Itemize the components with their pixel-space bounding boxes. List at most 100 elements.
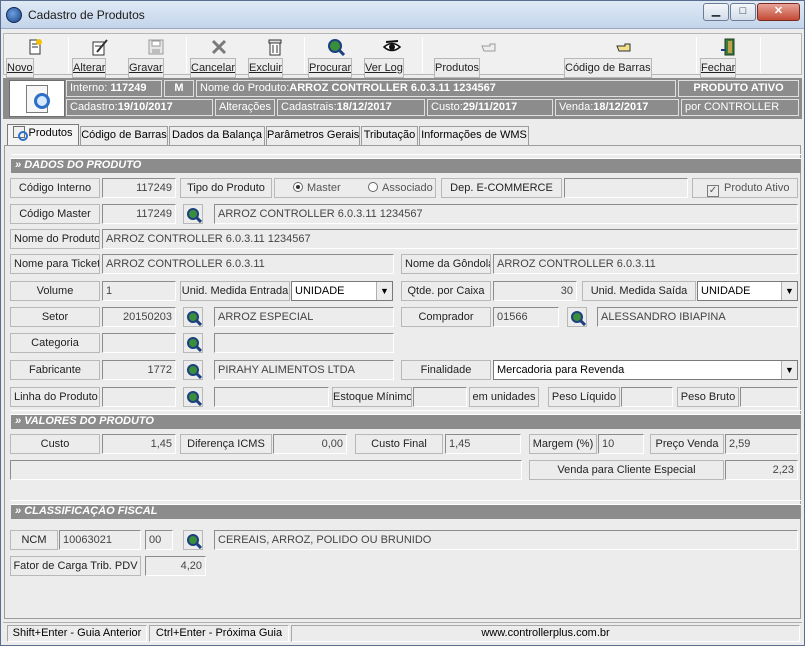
status-guia-anterior: Shift+Enter - Guia Anterior bbox=[7, 625, 147, 642]
excluir-button[interactable]: Excluir bbox=[248, 36, 302, 78]
margem-field[interactable]: 10 bbox=[598, 434, 644, 454]
unid-saida-select[interactable]: UNIDADE ▼ bbox=[697, 281, 798, 301]
linha-produto-label: Linha do Produto bbox=[10, 387, 100, 407]
fechar-button[interactable]: Fechar bbox=[700, 36, 758, 78]
ncm-ex-field[interactable]: 00 bbox=[145, 530, 173, 550]
product-tab-icon bbox=[13, 126, 29, 141]
close-window-button[interactable]: ✕ bbox=[757, 3, 800, 21]
unid-saida-label: Unid. Medida Saída bbox=[582, 281, 696, 301]
ver-log-button[interactable]: Ver Log bbox=[364, 36, 420, 78]
custo-field[interactable]: 1,45 bbox=[102, 434, 176, 454]
diferenca-icms-label: Diferença ICMS bbox=[180, 434, 272, 454]
finalidade-select[interactable]: Mercadoria para Revenda ▼ bbox=[493, 360, 798, 380]
search-icon bbox=[187, 534, 202, 549]
dep-ecommerce-field[interactable] bbox=[564, 178, 688, 198]
minimize-button[interactable]: ▁ bbox=[703, 3, 729, 21]
trash-icon bbox=[265, 38, 285, 56]
custo-label: Custo bbox=[10, 434, 100, 454]
produto-ativo-checkbox[interactable]: ✓ Produto Ativo bbox=[692, 178, 798, 198]
nome-produto-field[interactable]: ARROZ CONTROLLER 6.0.3.11 1234567 bbox=[102, 229, 798, 249]
setor-field[interactable]: 20150203 bbox=[102, 307, 176, 327]
preco-venda-field[interactable]: 2,59 bbox=[725, 434, 798, 454]
codigo-interno-field[interactable]: 117249 bbox=[102, 178, 176, 198]
tab-codigo-barras[interactable]: Código de Barras bbox=[80, 126, 168, 145]
comprador-search-button[interactable] bbox=[567, 307, 587, 327]
status-badge: PRODUTO ATIVO bbox=[678, 80, 799, 97]
comprador-label: Comprador bbox=[401, 307, 491, 327]
section-classificacao-fiscal: » CLASSIFICAÇÃO FISCAL bbox=[11, 500, 801, 519]
categoria-search-button[interactable] bbox=[183, 333, 203, 353]
setor-label: Setor bbox=[10, 307, 100, 327]
tab-parametros-gerais[interactable]: Parâmetros Gerais bbox=[266, 126, 360, 145]
fabricante-field[interactable]: 1772 bbox=[102, 360, 176, 380]
cadastro-info: Cadastro:19/10/2017 bbox=[66, 99, 213, 116]
custo-final-field[interactable]: 1,45 bbox=[445, 434, 521, 454]
peso-liquido-label: Peso Líquido bbox=[548, 387, 620, 407]
nome-ticket-field[interactable]: ARROZ CONTROLLER 6.0.3.11 bbox=[102, 254, 394, 274]
cancelar-button[interactable]: Cancelar bbox=[190, 36, 248, 78]
tipo-produto-label: Tipo do Produto bbox=[180, 178, 272, 198]
em-unidades-label: em unidades bbox=[469, 387, 539, 407]
codigo-master-search-button[interactable] bbox=[183, 204, 203, 224]
venda-cliente-especial-field[interactable]: 2,23 bbox=[725, 460, 798, 480]
peso-bruto-field[interactable] bbox=[740, 387, 798, 407]
search-icon bbox=[187, 311, 202, 326]
chevron-down-icon: ▼ bbox=[376, 282, 392, 300]
radio-master[interactable]: Master bbox=[293, 179, 341, 197]
alterar-button[interactable]: Alterar bbox=[72, 36, 128, 78]
custo-info: Custo:29/11/2017 bbox=[427, 99, 553, 116]
chevron-down-icon: ▼ bbox=[781, 361, 797, 379]
ncm-search-button[interactable] bbox=[183, 530, 203, 550]
search-icon bbox=[571, 311, 586, 326]
gravar-button[interactable]: Gravar bbox=[128, 36, 184, 78]
nome-produto-label: Nome do Produto bbox=[10, 229, 100, 249]
tab-informacoes-wms[interactable]: Informações de WMS bbox=[419, 126, 529, 145]
nome-ticket-label: Nome para Ticket bbox=[10, 254, 100, 274]
fabricante-desc: PIRAHY ALIMENTOS LTDA bbox=[214, 360, 394, 380]
pointing-hand-icon bbox=[614, 38, 634, 56]
fabricante-search-button[interactable] bbox=[183, 360, 203, 380]
codigo-master-desc: ARROZ CONTROLLER 6.0.3.11 1234567 bbox=[214, 204, 798, 224]
preco-venda-label: Preço Venda bbox=[650, 434, 724, 454]
status-proxima-guia: Ctrl+Enter - Próxima Guia bbox=[149, 625, 289, 642]
produtos-button[interactable]: Produtos bbox=[434, 36, 544, 78]
nome-gondola-field[interactable]: ARROZ CONTROLLER 6.0.3.11 bbox=[493, 254, 798, 274]
tab-dados-balanca[interactable]: Dados da Balança bbox=[169, 126, 265, 145]
linha-search-button[interactable] bbox=[183, 387, 203, 407]
codigo-master-field[interactable]: 117249 bbox=[102, 204, 176, 224]
diferenca-icms-field[interactable]: 0,00 bbox=[273, 434, 347, 454]
setor-search-button[interactable] bbox=[183, 307, 203, 327]
main-window: Cadastro de Produtos ▁ □ ✕ Novo Alterar … bbox=[0, 0, 805, 646]
chevron-down-icon: ▼ bbox=[781, 282, 797, 300]
cadastrais-info: Cadastrais:18/12/2017 bbox=[277, 99, 425, 116]
radio-associado[interactable]: Associado bbox=[368, 179, 433, 197]
ncm-label: NCM bbox=[10, 530, 58, 550]
search-icon bbox=[326, 38, 346, 57]
unid-entrada-select[interactable]: UNIDADE ▼ bbox=[291, 281, 393, 301]
fator-carga-field[interactable]: 4,20 bbox=[145, 556, 206, 576]
tab-tributacao[interactable]: Tributação bbox=[361, 126, 418, 145]
alteracoes-label: Alterações bbox=[215, 99, 275, 116]
nome-info: Nome do Produto:ARROZ CONTROLLER 6.0.3.1… bbox=[196, 80, 676, 97]
status-bar: Shift+Enter - Guia Anterior Ctrl+Enter -… bbox=[3, 622, 802, 643]
novo-button[interactable]: Novo bbox=[6, 36, 64, 78]
procurar-button[interactable]: Procurar bbox=[308, 36, 364, 78]
linha-produto-field[interactable] bbox=[102, 387, 176, 407]
codigo-barras-button[interactable]: Código de Barras bbox=[564, 36, 684, 78]
tab-produtos[interactable]: Produtos bbox=[7, 124, 79, 146]
peso-liquido-field[interactable] bbox=[621, 387, 673, 407]
qtde-caixa-field[interactable]: 30 bbox=[493, 281, 577, 301]
codigo-master-label: Código Master bbox=[10, 204, 100, 224]
fator-carga-label: Fator de Carga Trib. PDV bbox=[10, 556, 141, 576]
tipo-produto-group: Master Associado bbox=[274, 178, 436, 198]
maximize-button[interactable]: □ bbox=[730, 3, 756, 21]
edit-icon bbox=[90, 38, 110, 56]
pointing-hand-icon bbox=[479, 38, 499, 56]
window-title: Cadastro de Produtos bbox=[28, 8, 145, 22]
volume-field[interactable]: 1 bbox=[102, 281, 176, 301]
title-bar: Cadastro de Produtos ▁ □ ✕ bbox=[1, 1, 804, 29]
ncm-field[interactable]: 10063021 bbox=[59, 530, 141, 550]
comprador-field[interactable]: 01566 bbox=[493, 307, 559, 327]
categoria-field[interactable] bbox=[102, 333, 176, 353]
estoque-minimo-field[interactable] bbox=[413, 387, 467, 407]
